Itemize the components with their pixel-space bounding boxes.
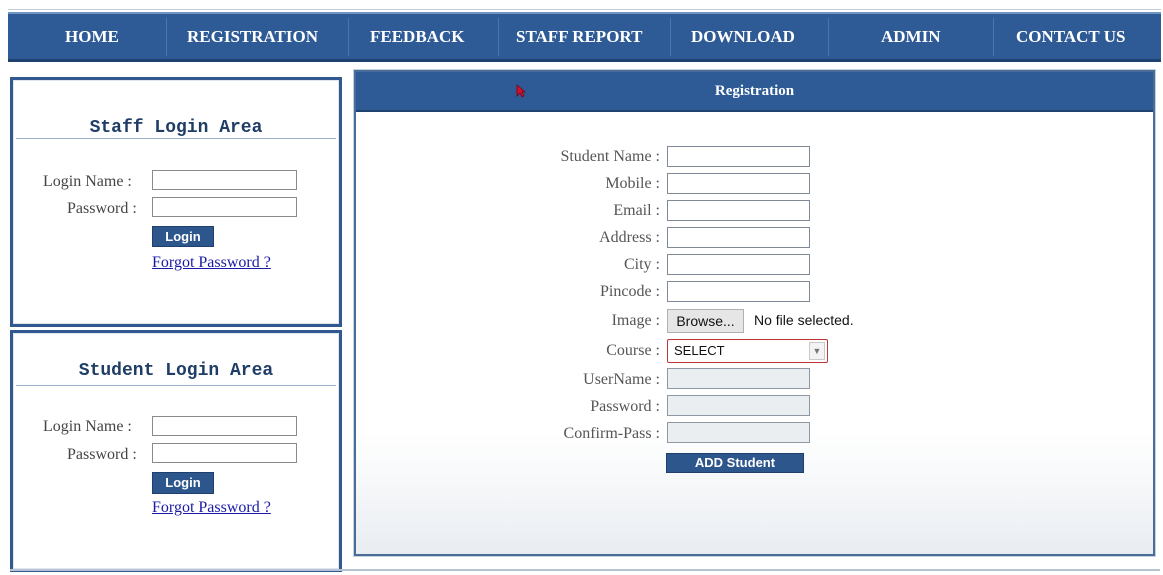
registration-header: Registration (356, 72, 1153, 112)
staff-login-box: Staff Login Area Login Name : Password :… (10, 77, 342, 327)
registration-title: Registration (714, 83, 795, 99)
nav-divider (348, 18, 349, 56)
student-password-label: Password : (67, 446, 137, 463)
student-login-name-input[interactable] (152, 416, 297, 436)
image-label: Image : (611, 312, 660, 329)
nav-divider (993, 18, 994, 56)
student-password-input[interactable] (152, 443, 297, 463)
username-input[interactable] (667, 368, 810, 389)
address-input[interactable] (667, 227, 810, 248)
staff-password-input[interactable] (152, 197, 297, 217)
nav-divider (498, 18, 499, 56)
password-input[interactable] (667, 395, 810, 416)
email-input[interactable] (667, 200, 810, 221)
confirm-pass-label: Confirm-Pass : (563, 425, 660, 442)
nav-staff-report[interactable]: STAFF REPORT (516, 14, 642, 59)
nav-feedback[interactable]: FEEDBACK (370, 14, 464, 59)
pincode-label: Pincode : (600, 283, 660, 300)
mobile-input[interactable] (667, 173, 810, 194)
confirm-pass-input[interactable] (667, 422, 810, 443)
staff-forgot-password-link[interactable]: Forgot Password ? (152, 254, 271, 272)
staff-login-name-input[interactable] (152, 170, 297, 190)
mouse-pointer-icon (516, 84, 526, 98)
student-login-name-label: Login Name : (43, 418, 132, 435)
student-login-title: Student Login Area (78, 361, 274, 381)
staff-login-name-label: Login Name : (43, 173, 132, 190)
file-status: No file selected. (754, 312, 854, 328)
main-nav: HOME REGISTRATION FEEDBACK STAFF REPORT … (8, 12, 1161, 62)
student-login-box: Student Login Area Login Name : Password… (10, 330, 342, 572)
nav-download[interactable]: DOWNLOAD (691, 14, 795, 59)
address-label: Address : (599, 229, 660, 246)
nav-admin[interactable]: ADMIN (881, 14, 941, 59)
divider (16, 138, 336, 139)
city-label: City : (623, 256, 660, 273)
course-label: Course : (606, 342, 660, 359)
password-label: Password : (590, 398, 660, 415)
top-border (8, 9, 1161, 10)
pincode-input[interactable] (667, 281, 810, 302)
bottom-border (10, 569, 1160, 571)
nav-home[interactable]: HOME (65, 14, 119, 59)
nav-divider (166, 18, 167, 56)
username-label: UserName : (583, 371, 660, 388)
staff-login-title: Staff Login Area (89, 118, 263, 138)
student-name-label: Student Name : (560, 148, 660, 165)
nav-divider (828, 18, 829, 56)
email-label: Email : (613, 202, 660, 219)
chevron-down-icon: ▼ (809, 342, 825, 360)
add-student-button[interactable]: ADD Student (666, 453, 804, 473)
divider (16, 385, 336, 386)
student-forgot-password-link[interactable]: Forgot Password ? (152, 499, 271, 517)
course-select-value: SELECT (674, 343, 725, 358)
staff-login-button[interactable]: Login (152, 226, 214, 247)
city-input[interactable] (667, 254, 810, 275)
nav-contact-us[interactable]: CONTACT US (1016, 14, 1125, 59)
student-login-button[interactable]: Login (152, 472, 214, 494)
nav-registration[interactable]: REGISTRATION (187, 14, 318, 59)
browse-button[interactable]: Browse... (667, 309, 744, 333)
student-name-input[interactable] (667, 146, 810, 167)
course-select[interactable]: SELECT ▼ (667, 339, 828, 363)
nav-divider (670, 18, 671, 56)
registration-panel: Registration Student Name : Mobile : Ema… (354, 70, 1155, 556)
staff-password-label: Password : (67, 200, 137, 217)
mobile-label: Mobile : (605, 175, 660, 192)
